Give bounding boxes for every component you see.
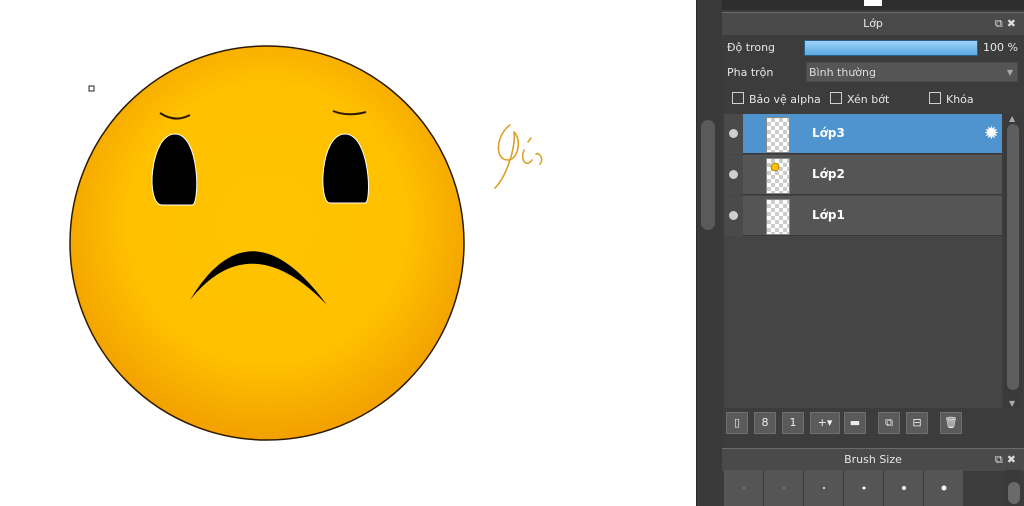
layer-panel-title-text: Lớp	[863, 17, 883, 30]
brush-size-title-text: Brush Size	[844, 453, 902, 466]
brush-size-cell[interactable]	[764, 470, 804, 506]
blend-mode-select[interactable]: Bình thường ▼	[806, 62, 1018, 82]
layer-row[interactable]: Lớp3 ✹	[724, 114, 1002, 154]
new-layer-1bit-icon[interactable]: 1	[782, 412, 804, 434]
brush-size-panel-title: Brush Size ⧉✖	[722, 448, 1024, 471]
layer-toolbar: ▯ 8 1 +▾ ▬ ⧉ ⊟ 🗑	[726, 412, 1022, 436]
canvas-artwork	[69, 45, 543, 441]
opacity-label: Độ trong	[727, 41, 776, 54]
brush-size-cell[interactable]	[724, 470, 764, 506]
new-layer-icon[interactable]: ▯	[726, 412, 748, 434]
popout-icon[interactable]: ⧉	[995, 453, 1007, 466]
splitter-scroll-thumb[interactable]	[701, 120, 715, 230]
clip-label: Xén bớt	[847, 93, 890, 106]
layer-thumbnail	[766, 117, 790, 153]
selection-handle[interactable]	[88, 85, 95, 92]
close-icon[interactable]: ✖	[1007, 17, 1020, 30]
brush-size-scrollbar[interactable]	[1006, 470, 1022, 506]
lock-checkbox[interactable]: Khóa	[929, 92, 974, 108]
popout-icon[interactable]: ⧉	[995, 17, 1007, 30]
clip-checkbox[interactable]: Xén bớt	[830, 92, 889, 108]
lock-label: Khóa	[946, 93, 974, 106]
opacity-value: 100 %	[983, 41, 1018, 54]
scroll-up-icon[interactable]: ▲	[1009, 114, 1015, 123]
protect-alpha-checkbox[interactable]: Bảo vệ alpha	[732, 92, 821, 108]
brush-size-cell[interactable]	[804, 470, 844, 506]
layer-name: Lớp3	[812, 126, 845, 140]
brush-size-grid	[724, 470, 1004, 506]
scroll-thumb[interactable]	[1008, 482, 1020, 504]
visibility-eye-icon[interactable]	[729, 211, 738, 220]
brush-size-cell[interactable]	[924, 470, 964, 506]
layer-thumbnail	[766, 158, 790, 194]
panel-splitter[interactable]	[696, 0, 723, 506]
signature-glyph	[494, 124, 543, 189]
close-icon[interactable]: ✖	[1007, 453, 1020, 466]
protect-alpha-label: Bảo vệ alpha	[749, 93, 821, 106]
blend-label: Pha trộn	[727, 66, 774, 79]
merge-icon[interactable]: ⊟	[906, 412, 928, 434]
layer-panel-title: Lớp ⧉✖	[722, 12, 1024, 35]
folder-icon[interactable]: ▬	[844, 412, 866, 434]
brush-size-cell[interactable]	[884, 470, 924, 506]
layer-name: Lớp1	[812, 208, 845, 222]
scroll-thumb[interactable]	[1007, 124, 1019, 390]
layer-name: Lớp2	[812, 167, 845, 181]
layer-row[interactable]: Lớp2	[724, 155, 1002, 195]
layer-list-scrollbar[interactable]: ▲ ▼	[1004, 114, 1022, 408]
chevron-down-icon: ▼	[1006, 68, 1013, 77]
duplicate-icon[interactable]: ⧉	[878, 412, 900, 434]
opacity-slider[interactable]	[804, 40, 978, 56]
layer-thumbnail	[766, 199, 790, 235]
sad-emoji-face	[69, 45, 465, 441]
brush-size-cell[interactable]	[844, 470, 884, 506]
scroll-down-icon[interactable]: ▼	[1009, 399, 1015, 408]
layer-row[interactable]: Lớp1	[724, 196, 1002, 236]
delete-icon[interactable]: 🗑	[940, 412, 962, 434]
gear-icon[interactable]: ✹	[984, 123, 999, 144]
visibility-eye-icon[interactable]	[729, 129, 738, 138]
add-layer-dropdown-icon[interactable]: +▾	[810, 412, 840, 434]
layer-list: Lớp3 ✹ Lớp2 Lớp1	[724, 114, 1002, 408]
blend-mode-value: Bình thường	[809, 66, 876, 79]
top-strip	[722, 0, 1024, 10]
visibility-eye-icon[interactable]	[729, 170, 738, 179]
layer-panel: Lớp ⧉✖ Độ trong 100 % Pha trộn Bình thườ…	[722, 0, 1024, 506]
drawing-canvas[interactable]	[0, 0, 696, 506]
new-layer-8bit-icon[interactable]: 8	[754, 412, 776, 434]
